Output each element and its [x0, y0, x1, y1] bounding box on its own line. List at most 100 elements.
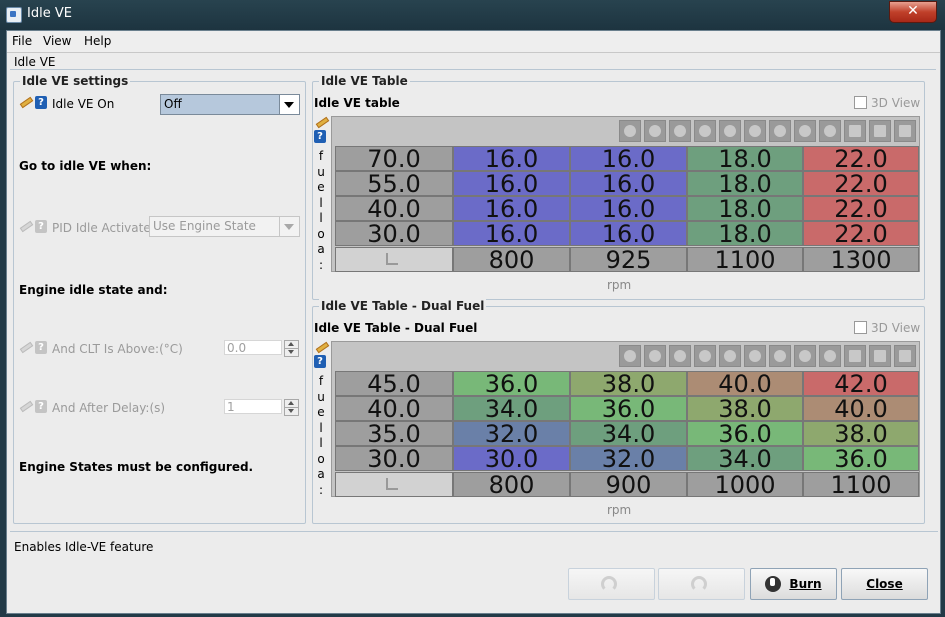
- close-icon[interactable]: ✕: [889, 1, 937, 23]
- menu-view[interactable]: View: [43, 34, 71, 48]
- help-icon[interactable]: ?: [35, 96, 47, 109]
- help-icon[interactable]: ?: [314, 130, 326, 143]
- down-arrow-icon[interactable]: [719, 120, 741, 142]
- pencil-icon[interactable]: [19, 96, 32, 107]
- idle-ve-table-group: Idle VE Table Idle VE table 3D View? f u e l l o…: [312, 74, 925, 300]
- table-x-value[interactable]: 925: [570, 247, 687, 273]
- first-icon[interactable]: [619, 120, 641, 142]
- checkbox-box[interactable]: [854, 96, 867, 109]
- view-3d-checkbox[interactable]: 3D View: [854, 96, 920, 110]
- chevron-down-icon[interactable]: [279, 95, 299, 114]
- view-3d-label: 3D View: [871, 321, 921, 335]
- table-cell[interactable]: 18.0: [687, 221, 803, 247]
- cols-icon[interactable]: [869, 120, 891, 142]
- view-3d-checkbox[interactable]: 3D View: [854, 321, 920, 335]
- down-arrow-icon[interactable]: [719, 345, 741, 367]
- table-x-value[interactable]: 900: [570, 472, 687, 498]
- up-arrow-icon[interactable]: [694, 345, 716, 367]
- pencil-icon[interactable]: [819, 345, 841, 367]
- pencil-icon[interactable]: [819, 120, 841, 142]
- delay-field: 1: [224, 399, 282, 414]
- menu-help[interactable]: Help: [84, 34, 111, 48]
- table-y-value[interactable]: 30.0: [335, 446, 453, 472]
- table-cell[interactable]: 40.0: [803, 396, 919, 422]
- cancel-icon[interactable]: [794, 345, 816, 367]
- remove-icon[interactable]: [744, 120, 766, 142]
- table-cell[interactable]: 36.0: [687, 421, 803, 447]
- table-cell[interactable]: 22.0: [803, 196, 919, 222]
- idle-ve-on-select[interactable]: Off: [160, 94, 300, 115]
- table-cell[interactable]: 16.0: [453, 171, 570, 197]
- rows-icon[interactable]: [844, 345, 866, 367]
- table-cell[interactable]: 32.0: [453, 421, 570, 447]
- add-icon[interactable]: [769, 120, 791, 142]
- minus-circle-icon[interactable]: [669, 120, 691, 142]
- grid-glyph: [899, 350, 911, 362]
- table-x-value[interactable]: 1000: [687, 472, 803, 498]
- table-cell[interactable]: 16.0: [453, 221, 570, 247]
- redo-icon: [691, 576, 707, 592]
- pencil-icon[interactable]: [315, 116, 328, 127]
- table-x-value[interactable]: 800: [453, 472, 570, 498]
- table-cell[interactable]: 38.0: [687, 396, 803, 422]
- table-x-value[interactable]: 1100: [803, 472, 919, 498]
- y-axis-letter: u: [317, 164, 325, 179]
- up-arrow-icon[interactable]: [694, 120, 716, 142]
- rows-icon[interactable]: [844, 120, 866, 142]
- table-y-value[interactable]: 45.0: [335, 371, 453, 397]
- table-x-value[interactable]: 800: [453, 247, 570, 273]
- add-icon[interactable]: [769, 345, 791, 367]
- table-cell[interactable]: 38.0: [803, 421, 919, 447]
- table-cell[interactable]: 36.0: [803, 446, 919, 472]
- table-cell[interactable]: 32.0: [570, 446, 687, 472]
- table-cell[interactable]: 16.0: [453, 196, 570, 222]
- menu-file[interactable]: File: [12, 34, 32, 48]
- table-cell[interactable]: 42.0: [803, 371, 919, 397]
- table-cell[interactable]: 16.0: [453, 146, 570, 172]
- table-cell[interactable]: 34.0: [570, 421, 687, 447]
- table-y-value[interactable]: 40.0: [335, 196, 453, 222]
- table-y-value[interactable]: 70.0: [335, 146, 453, 172]
- cols-icon[interactable]: [869, 345, 891, 367]
- help-icon: ?: [35, 220, 47, 233]
- table-y-value[interactable]: 40.0: [335, 396, 453, 422]
- y-axis-letter: u: [317, 389, 325, 404]
- table-cell[interactable]: 34.0: [687, 446, 803, 472]
- y-axis-letter: a: [317, 242, 325, 256]
- table-cell[interactable]: 16.0: [570, 221, 687, 247]
- table-y-value[interactable]: 35.0: [335, 421, 453, 447]
- table-cell[interactable]: 18.0: [687, 171, 803, 197]
- table-cell[interactable]: 36.0: [570, 396, 687, 422]
- grid-icon[interactable]: [894, 120, 916, 142]
- burn-button[interactable]: Burn: [750, 568, 837, 600]
- table-cell[interactable]: 22.0: [803, 171, 919, 197]
- table-cell[interactable]: 36.0: [453, 371, 570, 397]
- table-cell[interactable]: 38.0: [570, 371, 687, 397]
- close-button[interactable]: Close: [841, 568, 928, 600]
- table-cell[interactable]: 16.0: [570, 146, 687, 172]
- checkbox-box[interactable]: [854, 321, 867, 334]
- table-cell[interactable]: 34.0: [453, 396, 570, 422]
- prev-icon[interactable]: [644, 345, 666, 367]
- grid-icon[interactable]: [894, 345, 916, 367]
- help-icon[interactable]: ?: [314, 355, 326, 368]
- minus-circle-icon[interactable]: [669, 345, 691, 367]
- first-icon[interactable]: [619, 345, 641, 367]
- table-cell[interactable]: 22.0: [803, 146, 919, 172]
- table-cell[interactable]: 16.0: [570, 196, 687, 222]
- table-cell[interactable]: 18.0: [687, 196, 803, 222]
- table-cell[interactable]: 22.0: [803, 221, 919, 247]
- table-x-value[interactable]: 1100: [687, 247, 803, 273]
- prev-icon[interactable]: [644, 120, 666, 142]
- pencil-icon[interactable]: [315, 341, 328, 352]
- table-cell[interactable]: 16.0: [570, 171, 687, 197]
- table-y-value[interactable]: 55.0: [335, 171, 453, 197]
- table-cell[interactable]: 40.0: [687, 371, 803, 397]
- remove-icon[interactable]: [744, 345, 766, 367]
- table-y-value[interactable]: 30.0: [335, 221, 453, 247]
- table-cell[interactable]: 30.0: [453, 446, 570, 472]
- cancel-icon[interactable]: [794, 120, 816, 142]
- table-corner: [335, 247, 453, 272]
- table-cell[interactable]: 18.0: [687, 146, 803, 172]
- table-x-value[interactable]: 1300: [803, 247, 919, 273]
